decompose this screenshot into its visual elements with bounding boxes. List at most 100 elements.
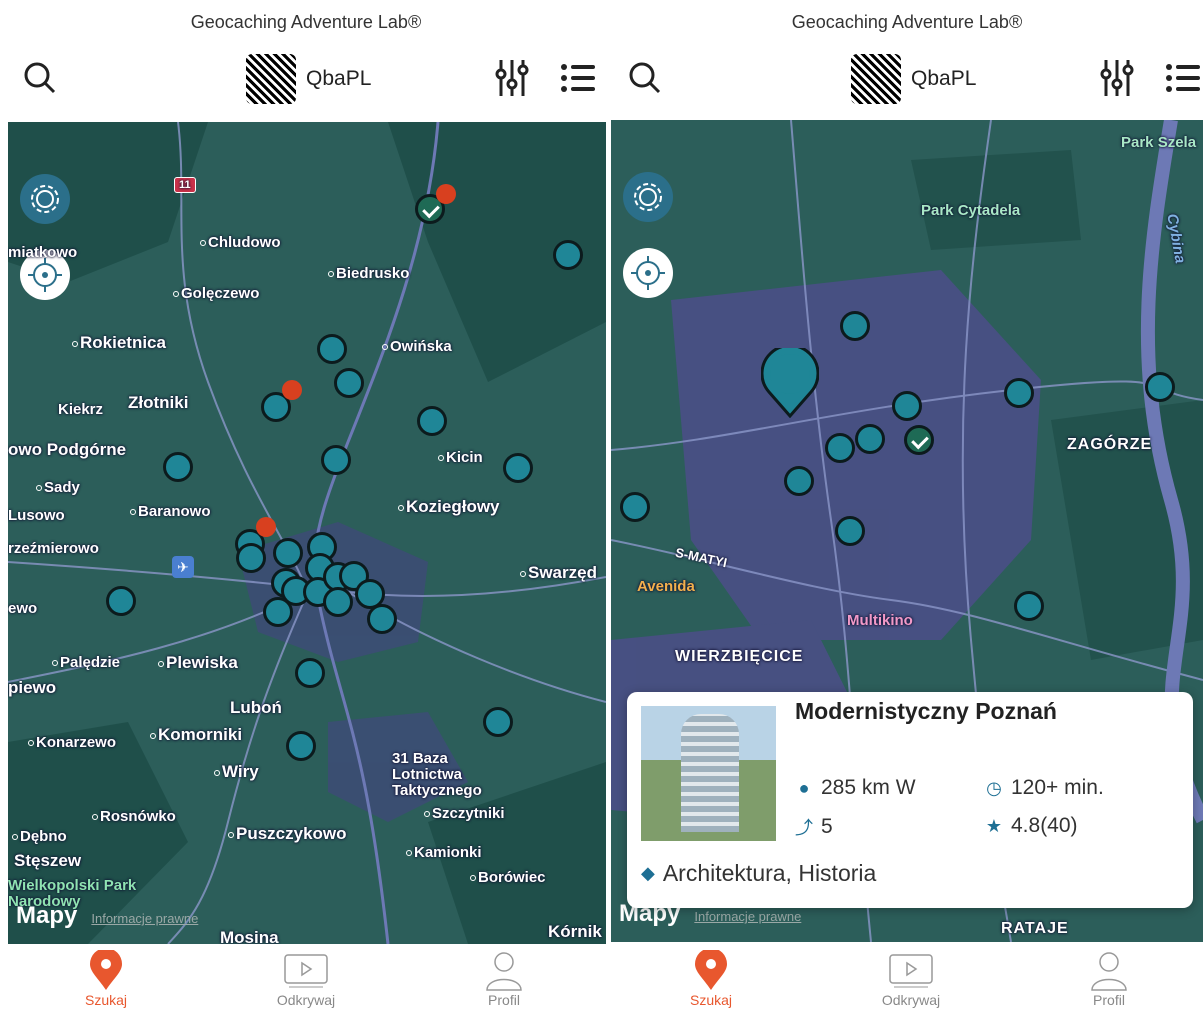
legal-link[interactable]: Informacje prawne xyxy=(91,911,198,926)
map-label: Biedrusko xyxy=(328,265,409,282)
map-label: Rokietnica xyxy=(72,333,166,353)
map-label: Kiekrz xyxy=(58,401,104,418)
tab-label: Odkrywaj xyxy=(881,992,941,1008)
lab-pin[interactable] xyxy=(840,311,870,341)
lab-pin[interactable] xyxy=(892,391,922,421)
map-label: Konarzewo xyxy=(28,734,116,751)
lab-pin[interactable] xyxy=(835,516,865,546)
lab-pin-completed[interactable] xyxy=(904,425,934,455)
apple-maps-logo: Mapy xyxy=(16,902,78,929)
map-label: Baranowo xyxy=(130,503,211,520)
tab-discover[interactable]: Odkrywaj xyxy=(256,950,356,1008)
road-badge: 11 xyxy=(174,177,196,193)
map-label: Kicin xyxy=(438,449,483,466)
list-icon[interactable] xyxy=(560,62,596,94)
app-title: Geocaching Adventure Lab® xyxy=(791,12,1023,32)
map-label: Komorniki xyxy=(150,725,242,745)
lab-pin[interactable] xyxy=(273,538,303,568)
lab-pin[interactable] xyxy=(1004,378,1034,408)
tab-bar: Szukaj Odkrywaj Profil xyxy=(6,944,606,1017)
screen-right: Geocaching Adventure Lab® QbaPL Park Sze… xyxy=(611,0,1203,1017)
lab-pin[interactable] xyxy=(417,406,447,436)
map-label: Lusowo xyxy=(8,507,65,524)
filter-icon[interactable] xyxy=(494,58,530,98)
lab-pin[interactable] xyxy=(825,433,855,463)
map-label: owo Podgórne xyxy=(8,440,127,459)
lab-pin[interactable] xyxy=(784,466,814,496)
settings-button[interactable] xyxy=(623,172,673,222)
lab-pin[interactable] xyxy=(317,334,347,364)
duration: 120+ min. xyxy=(1011,776,1104,799)
map-view[interactable]: Park Szela Park Cytadela Cybina ZAGÓRZE … xyxy=(611,120,1203,942)
map-label: Rosnówko xyxy=(92,808,176,825)
user-chip[interactable]: QbaPL xyxy=(246,54,371,104)
filter-icon[interactable] xyxy=(1099,58,1135,98)
lab-pin[interactable] xyxy=(106,586,136,616)
location-icon: ● xyxy=(798,777,810,798)
lab-pin[interactable] xyxy=(553,240,583,270)
locate-button[interactable] xyxy=(623,248,673,298)
star-icon: ★ xyxy=(985,815,1003,836)
lab-pin[interactable] xyxy=(483,707,513,737)
lab-pin[interactable] xyxy=(503,453,533,483)
lab-pin[interactable] xyxy=(263,597,293,627)
tab-profile[interactable]: Profil xyxy=(1059,950,1159,1008)
map-label: ewo xyxy=(8,600,38,617)
selected-lab-pin[interactable] xyxy=(761,348,819,418)
map-label: Avenida xyxy=(637,578,695,595)
map-view[interactable]: miatkowo Chludowo Biedrusko Golęczewo Ro… xyxy=(8,122,606,944)
map-label: 31 Baza Lotnictwa Taktycznego xyxy=(392,750,482,799)
tab-label: Szukaj xyxy=(689,992,733,1008)
gear-icon xyxy=(634,183,662,211)
lab-pin[interactable] xyxy=(620,492,650,522)
username: QbaPL xyxy=(306,67,372,90)
list-icon[interactable] xyxy=(1165,62,1201,94)
map-label: Palędzie xyxy=(52,654,120,671)
adventure-title: Modernistyczny Poznań xyxy=(795,698,1057,724)
map-label: Mosina xyxy=(220,928,279,944)
tab-label: Odkrywaj xyxy=(276,992,336,1008)
lab-pin[interactable] xyxy=(295,658,325,688)
search-icon[interactable] xyxy=(627,60,663,96)
tag-icon: ◆ xyxy=(641,863,655,883)
lab-pin[interactable] xyxy=(855,424,885,454)
lab-pin[interactable] xyxy=(163,452,193,482)
map-label: Złotniki xyxy=(128,393,189,412)
search-icon[interactable] xyxy=(22,60,58,96)
tab-discover[interactable]: Odkrywaj xyxy=(861,950,961,1008)
lab-pin[interactable] xyxy=(367,604,397,634)
gear-icon xyxy=(31,185,59,213)
locate-icon xyxy=(631,256,665,290)
map-label: Kórnik xyxy=(548,922,602,941)
legal-link[interactable]: Informacje prawne xyxy=(694,909,801,924)
map-label: Wiry xyxy=(214,762,259,782)
tab-profile[interactable]: Profil xyxy=(454,950,554,1008)
top-bar: QbaPL xyxy=(6,50,606,106)
lab-pin[interactable] xyxy=(334,368,364,398)
tab-search[interactable]: Szukaj xyxy=(56,950,156,1008)
map-label: Puszczykowo xyxy=(228,824,347,844)
screen-left: Geocaching Adventure Lab® QbaPL miatkowo… xyxy=(6,0,606,1017)
lab-pin[interactable] xyxy=(321,445,351,475)
username: QbaPL xyxy=(911,67,977,90)
tab-search[interactable]: Szukaj xyxy=(661,950,761,1008)
avatar xyxy=(851,54,901,104)
map-label: WIERZBIĘCICE xyxy=(675,648,804,665)
lab-pin[interactable] xyxy=(323,587,353,617)
map-label: rzeźmierowo xyxy=(8,540,99,557)
lab-pin[interactable] xyxy=(236,543,266,573)
lab-pin[interactable] xyxy=(1014,591,1044,621)
app-title: Geocaching Adventure Lab® xyxy=(190,12,422,32)
map-label: RATAJE xyxy=(1001,920,1069,937)
map-label: Park Cytadela xyxy=(921,202,1021,219)
clock-icon: ◷ xyxy=(986,777,1002,798)
user-chip[interactable]: QbaPL xyxy=(851,54,976,104)
route-icon: ⤴ xyxy=(795,818,813,838)
adventure-card[interactable]: Modernistyczny Poznań ● 285 km W ◷ 120+ mi… xyxy=(627,692,1193,908)
person-icon xyxy=(486,952,522,991)
map-label: Owińska xyxy=(382,338,452,355)
lab-pin[interactable] xyxy=(286,731,316,761)
map-pin-icon xyxy=(695,950,727,990)
lab-pin[interactable] xyxy=(1145,372,1175,402)
settings-button[interactable] xyxy=(20,174,70,224)
